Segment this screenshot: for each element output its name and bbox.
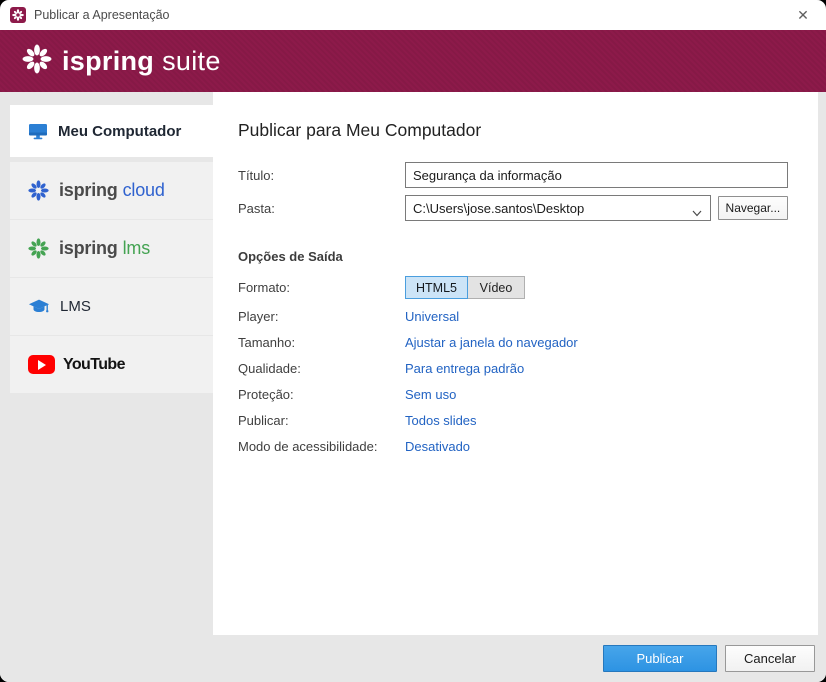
publish-button[interactable]: Publicar <box>603 645 717 672</box>
sidebar-item-ispring-lms[interactable]: ispring lms <box>10 220 213 277</box>
brand-header: ispring suite <box>0 30 826 92</box>
quality-label: Qualidade: <box>238 361 405 376</box>
accessibility-row: Modo de acessibilidade: Desativado <box>238 438 788 455</box>
publish-dialog-window: Publicar a Apresentação ✕ ispring suite <box>0 0 826 682</box>
sidebar-item-label: Meu Computador <box>58 123 181 140</box>
folder-combobox-value: C:\Users\jose.santos\Desktop <box>413 201 584 216</box>
sidebar-item-label: ispring <box>59 180 118 201</box>
sidebar-item-label: YouTube <box>63 356 125 374</box>
chevron-down-icon[interactable] <box>692 205 702 220</box>
ispring-starburst-icon <box>28 180 49 201</box>
browse-button[interactable]: Navegar... <box>718 196 788 220</box>
sidebar-item-lms[interactable]: LMS <box>10 278 213 335</box>
sidebar-item-label: LMS <box>60 298 91 315</box>
size-row: Tamanho: Ajustar a janela do navegador <box>238 334 788 351</box>
format-segmented-control: HTML5 Vídeo <box>405 276 525 299</box>
sidebar-item-ispring-cloud[interactable]: ispring cloud <box>10 162 213 219</box>
publish-slides-value-link[interactable]: Todos slides <box>405 413 477 428</box>
player-row: Player: Universal <box>238 308 788 325</box>
page-title: Publicar para Meu Computador <box>238 120 788 141</box>
publish-slides-label: Publicar: <box>238 413 405 428</box>
publish-destination-sidebar: Meu Computador ispring cloud ispring lms <box>10 105 213 394</box>
ispring-starburst-icon <box>28 238 49 259</box>
sidebar-item-my-computer[interactable]: Meu Computador <box>10 105 213 157</box>
close-icon[interactable]: ✕ <box>786 0 820 30</box>
quality-value-link[interactable]: Para entrega padrão <box>405 361 524 376</box>
format-option-video[interactable]: Vídeo <box>468 276 525 299</box>
monitor-icon <box>28 121 48 141</box>
sidebar-item-label: ispring <box>59 238 118 259</box>
title-bar: Publicar a Apresentação ✕ <box>0 0 826 30</box>
youtube-icon <box>28 355 55 374</box>
accessibility-value-link[interactable]: Desativado <box>405 439 470 454</box>
cancel-button[interactable]: Cancelar <box>725 645 815 672</box>
folder-combobox[interactable]: C:\Users\jose.santos\Desktop <box>405 195 711 221</box>
sidebar-item-label-suffix: lms <box>123 238 150 259</box>
sidebar-item-label-suffix: cloud <box>123 180 165 201</box>
title-field-label: Título: <box>238 168 405 183</box>
window-title: Publicar a Apresentação <box>34 8 170 22</box>
protection-label: Proteção: <box>238 387 405 402</box>
output-options-section-title: Opções de Saída <box>238 249 788 264</box>
brand-product: suite <box>162 46 221 77</box>
presentation-title-input[interactable] <box>405 162 788 188</box>
quality-row: Qualidade: Para entrega padrão <box>238 360 788 377</box>
ispring-starburst-icon <box>22 44 52 79</box>
size-value-link[interactable]: Ajustar a janela do navegador <box>405 335 578 350</box>
ispring-app-icon <box>10 7 26 23</box>
protection-row: Proteção: Sem uso <box>238 386 788 403</box>
publish-settings-panel: Publicar para Meu Computador Título: Pas… <box>213 92 818 635</box>
player-label: Player: <box>238 309 405 324</box>
dialog-footer: Publicar Cancelar <box>0 635 826 682</box>
player-value-link[interactable]: Universal <box>405 309 459 324</box>
publish-slides-row: Publicar: Todos slides <box>238 412 788 429</box>
graduation-cap-icon <box>28 296 50 318</box>
brand-name: ispring <box>62 46 154 77</box>
format-option-html5[interactable]: HTML5 <box>405 276 468 299</box>
protection-value-link[interactable]: Sem uso <box>405 387 456 402</box>
size-label: Tamanho: <box>238 335 405 350</box>
folder-field-label: Pasta: <box>238 201 405 216</box>
folder-field-row: Pasta: C:\Users\jose.santos\Desktop Nave… <box>238 195 788 221</box>
dialog-body: Meu Computador ispring cloud ispring lms <box>0 92 826 682</box>
format-label: Formato: <box>238 280 405 295</box>
accessibility-label: Modo de acessibilidade: <box>238 439 405 454</box>
sidebar-item-youtube[interactable]: YouTube <box>10 336 213 393</box>
title-field-row: Título: <box>238 162 788 188</box>
format-row: Formato: HTML5 Vídeo <box>238 276 788 299</box>
